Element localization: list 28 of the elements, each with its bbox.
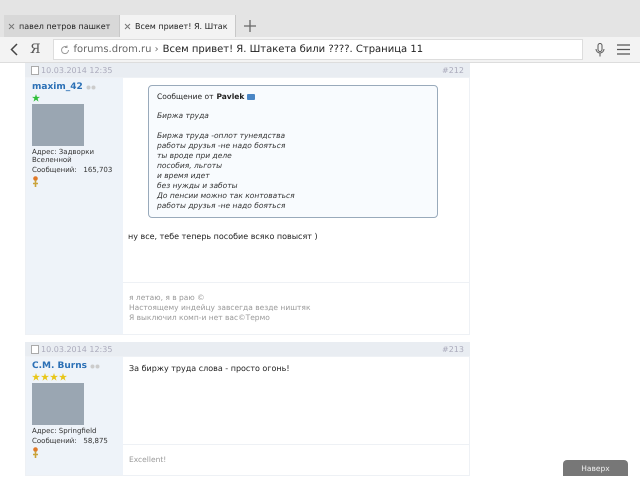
username[interactable]: C.M. Burns xyxy=(32,361,88,371)
back-icon[interactable] xyxy=(10,43,18,56)
avatar-placeholder xyxy=(32,104,84,146)
avatar-placeholder xyxy=(32,383,84,425)
browser-tab[interactable]: павел петров пашкет xyxy=(4,15,120,37)
post-message: ну все, тебе теперь пособие всяко повысят ) xyxy=(128,232,319,241)
post-message: За биржу труда слова - просто огонь! xyxy=(129,364,291,373)
view-post-icon xyxy=(247,94,256,100)
browser-tab[interactable]: Всем привет! Я. Штак xyxy=(120,15,236,37)
browser-logo[interactable]: Я xyxy=(30,42,40,57)
username[interactable]: maxim_42 xyxy=(32,82,83,92)
address-field[interactable]: forums.drom.ru › Всем привет! Я. Штакета били ????. Страница 11 xyxy=(52,39,583,60)
post-date: 10.03.2014 12:35 xyxy=(31,66,112,74)
medal-icon xyxy=(32,176,39,187)
tab-title: Всем привет! Я. Штак xyxy=(135,22,228,30)
reload-icon xyxy=(60,44,70,54)
close-icon[interactable] xyxy=(124,22,131,30)
microphone-icon[interactable] xyxy=(595,42,605,56)
post-icon xyxy=(31,66,39,74)
online-status-icon xyxy=(90,364,100,368)
online-status-icon xyxy=(86,84,96,90)
new-tab-icon[interactable] xyxy=(244,20,256,32)
menu-icon[interactable] xyxy=(617,44,630,55)
post-icon xyxy=(31,344,39,354)
medal-icon xyxy=(32,447,39,458)
post-date: 10.03.2014 12:35 xyxy=(31,344,112,354)
close-icon[interactable] xyxy=(8,22,15,30)
tab-title: павел петров пашкет xyxy=(19,22,110,30)
